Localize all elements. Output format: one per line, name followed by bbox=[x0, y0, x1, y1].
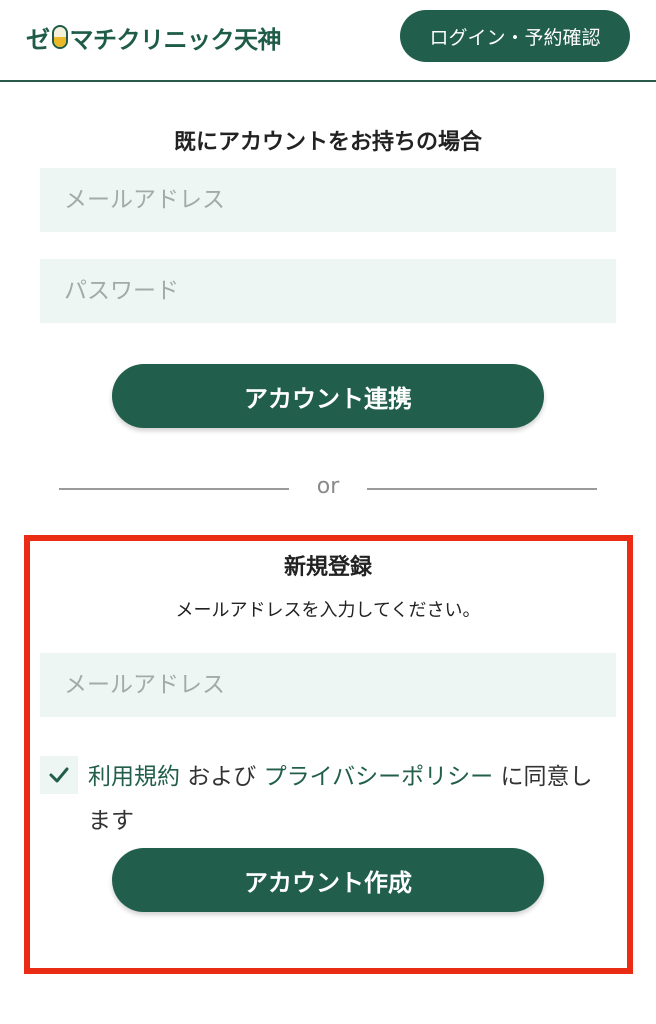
login-password-input[interactable] bbox=[40, 259, 616, 323]
app-header: ゼ マチクリニック天神 ログイン・予約確認 bbox=[0, 0, 656, 82]
logo-text-start: ゼ bbox=[26, 25, 50, 54]
existing-account-title: 既にアカウントをお持ちの場合 bbox=[173, 130, 482, 155]
terms-link[interactable]: 利用規約 bbox=[88, 764, 180, 790]
signup-title: 新規登録 bbox=[283, 555, 372, 580]
create-account-button[interactable]: アカウント作成 bbox=[112, 848, 544, 912]
divider-line-right bbox=[367, 488, 597, 490]
signup-instruction: メールアドレスを入力してください。 bbox=[175, 600, 481, 621]
check-icon bbox=[49, 767, 69, 783]
clinic-logo[interactable]: ゼ マチクリニック天神 bbox=[26, 20, 281, 54]
divider-line-left bbox=[59, 488, 289, 490]
consent-text: 利用規約 および プライバシーポリシー に同意します bbox=[88, 755, 608, 843]
link-account-button[interactable]: アカウント連携 bbox=[112, 364, 544, 428]
logo-text-end: マチクリニック天神 bbox=[69, 25, 282, 54]
consent-and: および bbox=[180, 764, 264, 790]
signup-email-input[interactable] bbox=[40, 653, 616, 717]
divider-or: or bbox=[316, 474, 340, 499]
login-reservation-button[interactable]: ログイン・予約確認 bbox=[400, 10, 630, 62]
privacy-policy-link[interactable]: プライバシーポリシー bbox=[264, 764, 494, 790]
logo-capsule-icon bbox=[51, 25, 68, 49]
login-email-input[interactable] bbox=[40, 168, 616, 232]
consent-checkbox[interactable] bbox=[40, 756, 78, 794]
